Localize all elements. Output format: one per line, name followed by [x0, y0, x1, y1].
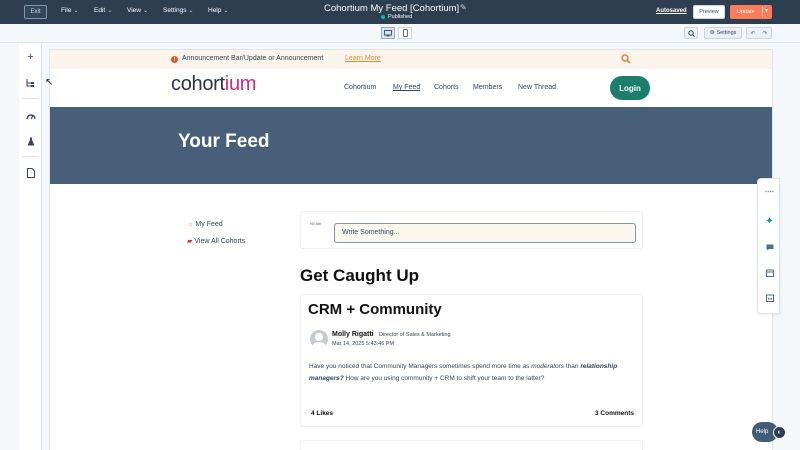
nav-new-thread[interactable]: New Thread — [518, 84, 556, 91]
undo-redo-group: ↶ ↷ — [746, 27, 772, 39]
update-button-label: Update — [737, 9, 755, 15]
menu-view[interactable]: View ⌄ — [127, 7, 148, 14]
chevron-down-icon: ⌄ — [223, 8, 229, 14]
sidebar-link-all-cohorts-label: View All Cohorts — [194, 237, 246, 245]
ai-sparkle-icon[interactable]: ✦ — [764, 216, 775, 227]
nav-cohortium[interactable]: Cohortium — [344, 84, 376, 91]
site-navbar: cohortium Cohortium My Feed Cohorts Memb… — [50, 69, 772, 107]
gear-icon: ⚙ — [709, 30, 715, 36]
menu-help-label: Help — [208, 7, 222, 14]
sidebar-link-my-feed[interactable]: ☼ My Feed — [187, 221, 223, 228]
author-avatar[interactable] — [310, 330, 328, 348]
grip-icon[interactable] — [764, 186, 775, 197]
section-title: Get Caught Up — [300, 266, 419, 285]
sidebar-link-my-feed-label: My Feed — [195, 221, 223, 228]
nav-my-feed[interactable]: My Feed — [393, 84, 420, 91]
calendar-icon[interactable] — [764, 267, 775, 278]
divider — [22, 98, 39, 99]
preview-button[interactable]: Preview — [693, 5, 725, 19]
pencil-icon[interactable]: ✎ — [460, 3, 467, 12]
page-icon[interactable] — [25, 167, 36, 178]
mouse-cursor-icon: ↖ — [45, 77, 54, 88]
chevron-down-icon[interactable]: ▼ — [764, 8, 769, 14]
menu-settings[interactable]: Settings ⌄ — [163, 7, 194, 14]
post-body: Have you noticed that Community Managers… — [309, 361, 639, 385]
chevron-down-icon: ⌄ — [188, 8, 194, 14]
desktop-view-icon[interactable] — [381, 27, 395, 39]
search-icon[interactable] — [621, 54, 631, 66]
layers-icon[interactable] — [25, 77, 36, 88]
write-something-input[interactable]: Write Something... — [334, 223, 636, 243]
settings-button[interactable]: ⚙ Settings — [704, 27, 742, 39]
logo-text: cohort — [171, 73, 225, 95]
redo-icon[interactable]: ↷ — [762, 30, 767, 37]
logo-accent: ium — [224, 73, 257, 95]
settings-label: Settings — [716, 30, 737, 36]
post-body-text: than — [564, 363, 581, 370]
undo-icon[interactable]: ↶ — [750, 30, 755, 37]
learn-more-link[interactable]: Learn More — [345, 55, 381, 62]
hero-title: Your Feed — [178, 131, 270, 152]
exit-button[interactable]: Exit — [24, 5, 47, 19]
site-logo[interactable]: cohortium — [171, 73, 256, 96]
sidebar-link-all-cohorts[interactable]: ▰ View All Cohorts — [187, 237, 246, 246]
update-button[interactable]: Update ▼ — [730, 5, 772, 19]
menu-file-label: File — [61, 7, 72, 14]
menu-settings-label: Settings — [163, 7, 187, 14]
post-author[interactable]: Molly Rigatti — [332, 331, 374, 338]
divider — [762, 7, 763, 17]
post-comments[interactable]: 3 Comments — [595, 410, 634, 417]
post-body-emphasis: moderators — [531, 363, 565, 370]
menu-view-label: View — [127, 7, 141, 14]
post-likes[interactable]: 4 Likes — [311, 410, 333, 417]
post-body-text: How are you using community + CRM to shi… — [343, 375, 545, 382]
post-title[interactable]: CRM + Community — [308, 301, 442, 318]
right-toolbar: ✦ — [757, 178, 780, 314]
info-icon: ! — [171, 56, 178, 63]
chevron-down-icon: ⌄ — [142, 8, 149, 14]
user-avatar: HS Attr — [310, 222, 322, 226]
status-badge: Published — [381, 14, 412, 20]
autosaved-link[interactable]: Autosaved — [656, 8, 687, 14]
divider — [22, 156, 39, 157]
status-dot-icon — [381, 15, 385, 19]
announcement-bar: ! Announcement Bar/Update or Announcemen… — [50, 50, 772, 69]
chevron-down-icon: ⌄ — [107, 8, 113, 14]
compose-box: HS Attr Write Something... — [300, 211, 643, 249]
feed-icon: ☼ — [187, 221, 194, 228]
login-button[interactable]: Login — [610, 76, 650, 100]
status-text: Published — [388, 14, 413, 20]
gauge-icon[interactable] — [25, 110, 36, 121]
page-title[interactable]: Cohortium My Feed [Cohortium] — [324, 3, 459, 14]
editor-subbar: ⚙ Settings ↶ ↷ — [0, 24, 800, 43]
left-toolbar: + — [19, 43, 42, 450]
menu-edit-label: Edit — [94, 7, 106, 14]
chat-icon[interactable] — [764, 242, 775, 253]
announcement-text: Announcement Bar/Update or Announcement — [182, 55, 324, 62]
menu-edit[interactable]: Edit ⌄ — [94, 7, 112, 14]
post-author-role: Director of Sales & Marketing — [379, 332, 451, 338]
next-post-card[interactable] — [300, 440, 643, 450]
hero-banner: Your Feed — [50, 107, 772, 184]
add-icon[interactable]: + — [25, 51, 36, 63]
feed-post[interactable]: CRM + Community Molly Rigatti Director o… — [300, 294, 643, 427]
help-badge-icon[interactable]: ◐ — [773, 426, 786, 439]
schedule-icon[interactable] — [764, 292, 775, 303]
search-icon[interactable] — [684, 27, 698, 39]
menu-help[interactable]: Help ⌄ — [208, 7, 228, 14]
flask-icon[interactable] — [25, 136, 36, 147]
post-date: Mar 14, 2025 5:43:46 PM — [332, 341, 395, 347]
editor-topbar: Exit File ⌄ Edit ⌄ View ⌄ Settings ⌄ Help ⌄ C… — [0, 0, 800, 24]
nav-cohorts[interactable]: Cohorts — [434, 84, 459, 91]
page-canvas: ! Announcement Bar/Update or Announcemen… — [50, 50, 772, 450]
books-icon: ▰ — [187, 238, 193, 245]
post-body-text: Have you noticed that Community Managers… — [309, 363, 532, 370]
chevron-down-icon: ⌄ — [73, 8, 79, 14]
mobile-view-icon[interactable] — [398, 27, 412, 39]
nav-members[interactable]: Members — [473, 84, 502, 91]
menu-file[interactable]: File ⌄ — [61, 7, 79, 14]
